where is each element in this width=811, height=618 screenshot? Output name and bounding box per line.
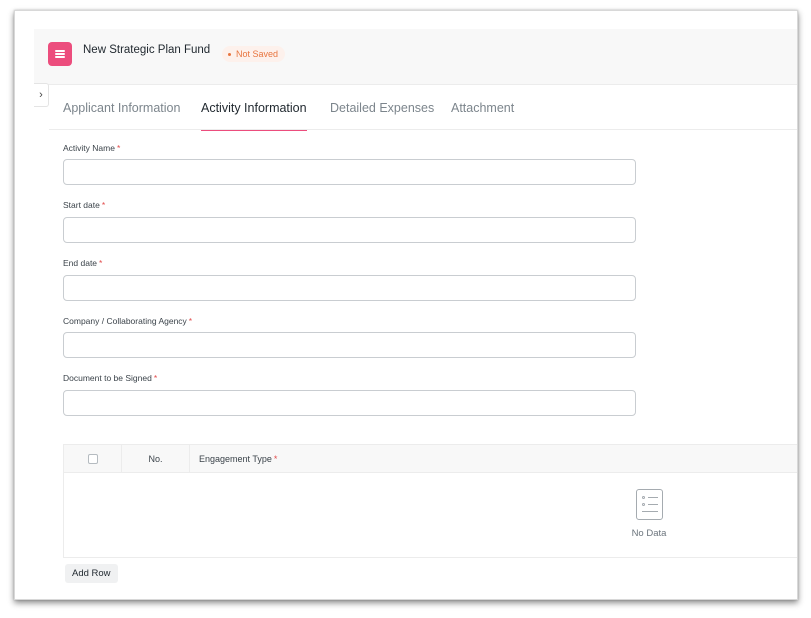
activity-name-label: Activity Name *: [63, 143, 120, 153]
select-all-checkbox[interactable]: [87, 454, 98, 464]
add-row-button[interactable]: Add Row: [65, 564, 118, 583]
chevron-right-icon: ›: [39, 89, 43, 101]
column-header-label: No.: [148, 454, 163, 464]
app-window: New Strategic Plan Fund Not Saved › Appl…: [14, 10, 798, 600]
end-date-label: End date *: [63, 258, 102, 268]
column-header-label: Engagement Type: [199, 454, 272, 464]
required-mark: *: [99, 258, 103, 268]
company-agency-input[interactable]: [63, 332, 636, 358]
tab-activity-information[interactable]: Activity Information: [201, 85, 307, 131]
label-text: Activity Name: [63, 143, 115, 153]
column-header-no: No.: [122, 445, 190, 473]
engagement-table: No. Engagement Type * No Data: [63, 444, 797, 558]
label-text: End date: [63, 258, 98, 268]
required-mark: *: [153, 373, 158, 383]
required-mark: *: [101, 200, 106, 210]
required-mark: *: [116, 143, 121, 153]
hamburger-menu-icon: [55, 50, 65, 58]
tab-detailed-expenses[interactable]: Detailed Expenses: [330, 85, 434, 130]
company-agency-label: Company / Collaborating Agency *: [63, 316, 192, 326]
status-badge-label: Not Saved: [236, 49, 279, 59]
document-to-sign-label: Document to be Signed *: [63, 373, 157, 383]
status-badge: Not Saved: [222, 46, 286, 62]
page-header: New Strategic Plan Fund Not Saved: [34, 29, 797, 85]
document-to-sign-input[interactable]: [63, 390, 636, 416]
start-date-label: Start date *: [63, 200, 105, 210]
tab-bar: Applicant Information Activity Informati…: [49, 85, 797, 131]
activity-name-input[interactable]: [63, 159, 636, 185]
sidebar-toggle[interactable]: ›: [34, 83, 49, 107]
tab-label: Activity Information: [201, 100, 307, 115]
required-mark: *: [188, 316, 193, 326]
no-data-text: No Data: [631, 528, 667, 539]
status-dot-icon: [228, 52, 231, 56]
page-title: New Strategic Plan Fund: [83, 44, 211, 56]
tab-applicant-information[interactable]: Applicant Information: [63, 85, 180, 130]
required-mark: *: [273, 454, 278, 464]
label-text: Company / Collaborating Agency: [63, 316, 187, 326]
end-date-input[interactable]: [63, 275, 636, 301]
label-text: Document to be Signed: [63, 373, 152, 383]
empty-state: No Data: [624, 489, 674, 539]
tab-label: Applicant Information: [63, 100, 181, 115]
tab-label: Detailed Expenses: [330, 100, 435, 115]
select-all-cell: [64, 445, 122, 473]
tab-label: Attachment: [451, 100, 515, 115]
menu-button[interactable]: [48, 42, 72, 66]
start-date-input[interactable]: [63, 217, 636, 243]
column-header-engagement-type: Engagement Type *: [199, 445, 277, 473]
table-header-row: No. Engagement Type *: [64, 445, 797, 473]
tab-attachment[interactable]: Attachment: [451, 85, 514, 130]
list-document-icon: [635, 489, 663, 520]
label-text: Start date: [63, 200, 100, 210]
